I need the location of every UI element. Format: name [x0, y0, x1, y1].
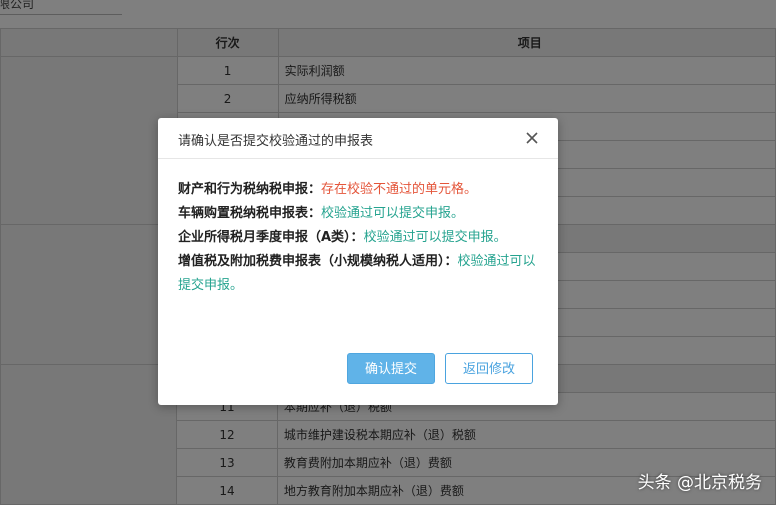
validation-message-corporate-income-tax: 企业所得税月季度申报（A类）：校验通过可以提交申报。	[178, 226, 538, 250]
message-label: 企业所得税月季度申报（A类）：	[178, 230, 364, 245]
message-status-ok: 校验通过可以提交申报。	[363, 230, 507, 245]
validation-message-vehicle-tax: 车辆购置税纳税申报表：校验通过可以提交申报。	[178, 202, 538, 226]
return-edit-button[interactable]: 返回修改	[445, 353, 533, 384]
message-status-error: 存在校验不通过的单元格。	[321, 182, 478, 197]
confirm-submit-button[interactable]: 确认提交	[347, 353, 435, 384]
message-label: 财产和行为税纳税申报：	[178, 182, 322, 197]
message-label: 增值税及附加税费申报表（小规模纳税人适用）：	[178, 254, 458, 269]
message-status-ok: 校验通过可以提交申报。	[321, 206, 465, 221]
watermark-text: 头条 @北京税务	[637, 473, 762, 493]
close-button[interactable]	[522, 128, 542, 148]
close-icon	[526, 132, 538, 144]
confirm-submit-dialog: 请确认是否提交校验通过的申报表 财产和行为税纳税申报：存在校验不通过的单元格。 …	[158, 118, 558, 405]
validation-message-property-tax: 财产和行为税纳税申报：存在校验不通过的单元格。	[178, 178, 538, 202]
message-label: 车辆购置税纳税申报表：	[178, 206, 322, 221]
dialog-divider	[158, 158, 558, 159]
validation-message-vat: 增值税及附加税费申报表（小规模纳税人适用）：校验通过可以提交申报。	[178, 250, 538, 298]
dialog-title: 请确认是否提交校验通过的申报表	[178, 134, 374, 149]
dialog-message-list: 财产和行为税纳税申报：存在校验不通过的单元格。 车辆购置税纳税申报表：校验通过可…	[178, 178, 538, 298]
